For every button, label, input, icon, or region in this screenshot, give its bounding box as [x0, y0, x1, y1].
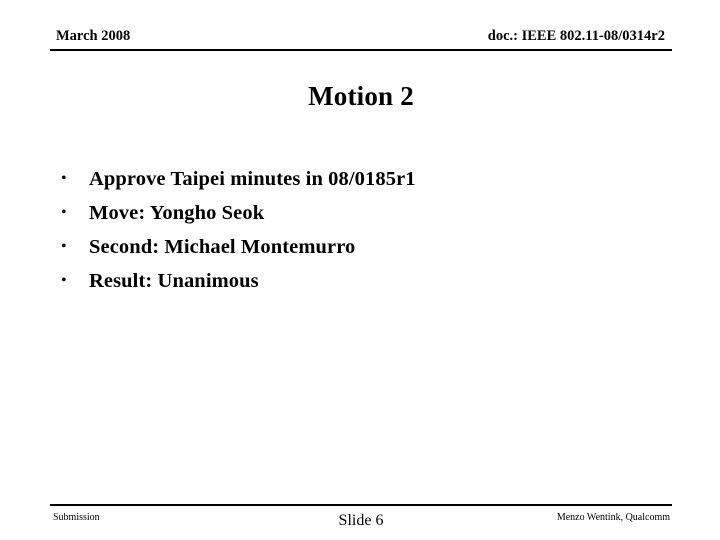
bullet-point-icon: •: [61, 204, 67, 221]
header-date: March 2008: [56, 28, 131, 44]
bullet-point-icon: •: [61, 272, 67, 289]
header-document-number: doc.: IEEE 802.11-08/0314r2: [487, 28, 665, 44]
footer-author: Menzo Wentink, Qualcomm: [556, 512, 670, 523]
bullet-list: • Approve Taipei minutes in 08/0185r1 • …: [50, 162, 672, 298]
list-item-label: Second: Michael Montemurro: [89, 236, 356, 258]
list-item: • Move: Yongho Seok: [50, 196, 672, 230]
slide-canvas: March 2008 doc.: IEEE 802.11-08/0314r2 M…: [0, 0, 720, 540]
list-item-label: Approve Taipei minutes in 08/0185r1: [89, 168, 416, 190]
bullet-point-icon: •: [61, 170, 67, 187]
list-item-label: Move: Yongho Seok: [89, 202, 265, 224]
header-divider: [50, 49, 672, 51]
list-item: • Result: Unanimous: [50, 264, 672, 298]
list-item: • Second: Michael Montemurro: [50, 230, 672, 264]
list-item-label: Result: Unanimous: [89, 270, 259, 292]
list-item: • Approve Taipei minutes in 08/0185r1: [50, 162, 672, 196]
page-title: Motion 2: [308, 81, 414, 111]
slide-footer: Submission Slide 6 Menzo Wentink, Qualco…: [50, 504, 672, 536]
bullet-point-icon: •: [61, 238, 67, 255]
slide-header: March 2008 doc.: IEEE 802.11-08/0314r2: [50, 26, 672, 52]
footer-divider: [50, 504, 672, 506]
